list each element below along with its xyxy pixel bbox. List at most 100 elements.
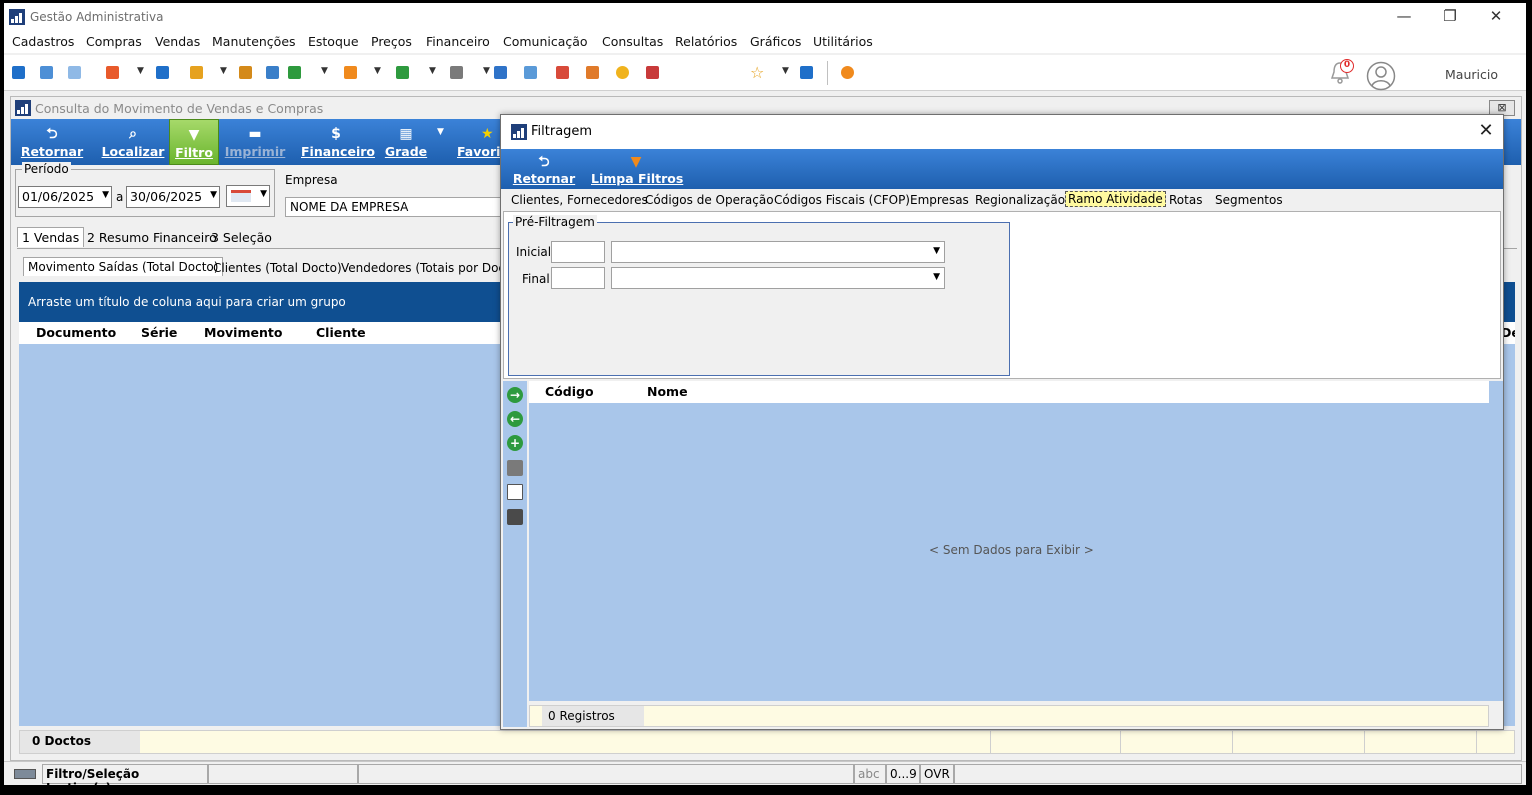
financeiro-button[interactable]: $ Financeiro xyxy=(301,119,375,165)
restore-button[interactable]: ❐ xyxy=(1430,7,1470,27)
empresa-field[interactable]: NOME DA EMPRESA xyxy=(285,197,505,217)
retornar-button[interactable]: ⮌ Retornar xyxy=(19,119,85,165)
dialog-retornar-button[interactable]: ⮌ Retornar xyxy=(511,149,577,189)
imprimir-button[interactable]: ▬ Imprimir xyxy=(223,119,287,165)
chevron-down-icon[interactable]: ▼ xyxy=(210,190,217,200)
add-icon[interactable]: + xyxy=(507,435,523,451)
menu-estoque[interactable]: Estoque xyxy=(308,34,359,49)
tab-movimento-saidas[interactable]: Movimento Saídas (Total Docto) xyxy=(23,257,224,276)
chevron-down-icon[interactable]: ▼ xyxy=(374,66,381,76)
menu-consultas[interactable]: Consultas xyxy=(602,34,663,49)
lock-icon[interactable] xyxy=(616,66,629,79)
localizar-button[interactable]: ⌕ Localizar xyxy=(101,119,165,165)
tab-vendas[interactable]: 1 Vendas xyxy=(17,227,85,247)
building-icon[interactable] xyxy=(646,66,659,79)
price-icon[interactable] xyxy=(266,66,279,79)
chevron-down-icon[interactable]: ▼ xyxy=(483,66,490,76)
end-date-field[interactable]: 30/06/2025 ▼ xyxy=(126,186,220,208)
chevron-down-icon[interactable]: ▼ xyxy=(933,246,940,256)
chevron-down-icon[interactable]: ▼ xyxy=(437,127,444,137)
tab-segmentos[interactable]: Segmentos xyxy=(1215,193,1283,207)
column-serie[interactable]: Série xyxy=(141,325,177,340)
printer-icon[interactable] xyxy=(450,66,463,79)
column-documento[interactable]: Documento xyxy=(36,325,116,340)
cart-icon[interactable] xyxy=(288,66,301,79)
user-name[interactable]: Mauricio xyxy=(1445,67,1498,82)
menu-comunicacao[interactable]: Comunicação xyxy=(503,34,588,49)
chevron-down-icon[interactable]: ▼ xyxy=(102,190,109,200)
chevron-down-icon[interactable]: ▼ xyxy=(782,66,789,76)
menu-relatorios[interactable]: Relatórios xyxy=(675,34,737,49)
menu-cadastros[interactable]: Cadastros xyxy=(12,34,74,49)
dialog-grid-body[interactable]: < Sem Dados para Exibir > xyxy=(529,403,1503,701)
new-document-icon[interactable] xyxy=(507,484,523,500)
toolbar-separator xyxy=(827,61,828,85)
tree-icon[interactable] xyxy=(106,66,119,79)
menu-precos[interactable]: Preços xyxy=(371,34,412,49)
abc-indicator: abc xyxy=(854,764,886,784)
box-icon[interactable] xyxy=(190,66,203,79)
final-code-input[interactable] xyxy=(551,267,605,289)
star-icon[interactable]: ☆ xyxy=(750,63,764,82)
report-icon[interactable] xyxy=(494,66,507,79)
limpa-filtros-button[interactable]: ▼ Limpa Filtros xyxy=(591,149,683,189)
calculator-icon[interactable] xyxy=(524,66,537,79)
start-date-field[interactable]: 01/06/2025 ▼ xyxy=(18,186,112,208)
tab-resumo-financeiro[interactable]: 2 Resumo Financeiro xyxy=(83,228,221,247)
column-movimento[interactable]: Movimento xyxy=(204,325,282,340)
tab-vendedores[interactable]: Vendedores (Totais por Docto) xyxy=(337,259,526,277)
tab-cfop[interactable]: Códigos Fiscais (CFOP) xyxy=(774,193,910,207)
menu-financeiro[interactable]: Financeiro xyxy=(426,34,490,49)
arrow-left-icon[interactable]: ← xyxy=(507,411,523,427)
keyboard-icon[interactable] xyxy=(68,66,81,79)
column-codigo[interactable]: Código xyxy=(545,384,594,399)
money-icon[interactable] xyxy=(396,66,409,79)
chevron-down-icon[interactable]: ▼ xyxy=(260,189,267,199)
menu-utilitarios[interactable]: Utilitários xyxy=(813,34,873,49)
person-icon[interactable] xyxy=(239,66,252,79)
calendar-icon[interactable] xyxy=(556,66,569,79)
grade-button[interactable]: ▦ Grade xyxy=(383,119,429,165)
product-icon[interactable] xyxy=(156,66,169,79)
close-button[interactable]: ✕ xyxy=(1476,7,1516,27)
calendar-edit-icon[interactable] xyxy=(586,66,599,79)
trash-icon[interactable] xyxy=(507,460,523,476)
filtro-button[interactable]: ▼ Filtro xyxy=(169,119,219,165)
column-nome[interactable]: Nome xyxy=(647,384,688,399)
title-bar: Gestão Administrativa — ❐ ✕ xyxy=(4,3,1526,31)
tab-regionalizacao[interactable]: Regionalização xyxy=(975,193,1065,207)
tab-rotas[interactable]: Rotas xyxy=(1169,193,1202,207)
chevron-down-icon[interactable]: ▼ xyxy=(137,66,144,76)
favoritos-button[interactable]: ★ Favorit xyxy=(457,119,505,165)
dialog-close-button[interactable]: ✕ xyxy=(1473,119,1499,145)
tab-clientes[interactable]: Clientes (Total Docto) xyxy=(209,259,346,277)
column-cliente[interactable]: Cliente xyxy=(316,325,366,340)
clients-icon[interactable] xyxy=(12,66,25,79)
menu-manutencoes[interactable]: Manutenções xyxy=(212,34,296,49)
package-icon[interactable] xyxy=(344,66,357,79)
tab-codigos-operacao[interactable]: Códigos de Operação xyxy=(645,193,774,207)
menu-graficos[interactable]: Gráficos xyxy=(750,34,801,49)
calendar-picker[interactable]: ▼ xyxy=(226,185,270,207)
menu-compras[interactable]: Compras xyxy=(86,34,142,49)
final-combo[interactable]: ▼ xyxy=(611,267,945,289)
chevron-down-icon[interactable]: ▼ xyxy=(321,66,328,76)
avatar-icon[interactable] xyxy=(1366,61,1396,91)
window-icon[interactable] xyxy=(800,66,813,79)
tab-ramo-atividade[interactable]: Ramo Atividade xyxy=(1065,191,1166,207)
save-icon[interactable] xyxy=(507,509,523,525)
inicial-combo[interactable]: ▼ xyxy=(611,241,945,263)
arrow-right-icon[interactable]: → xyxy=(507,387,523,403)
power-icon[interactable] xyxy=(841,66,854,79)
chevron-down-icon[interactable]: ▼ xyxy=(429,66,436,76)
tab-clientes-fornecedores[interactable]: Clientes, Fornecedores xyxy=(511,193,648,207)
chevron-down-icon[interactable]: ▼ xyxy=(933,272,940,282)
notification-badge[interactable]: 0 xyxy=(1340,59,1354,73)
inicial-code-input[interactable] xyxy=(551,241,605,263)
tab-empresas[interactable]: Empresas xyxy=(910,193,969,207)
menu-vendas[interactable]: Vendas xyxy=(155,34,200,49)
tab-selecao[interactable]: 3 Seleção xyxy=(207,228,276,247)
minimize-button[interactable]: — xyxy=(1384,7,1424,27)
users-icon[interactable] xyxy=(40,66,53,79)
chevron-down-icon[interactable]: ▼ xyxy=(220,66,227,76)
